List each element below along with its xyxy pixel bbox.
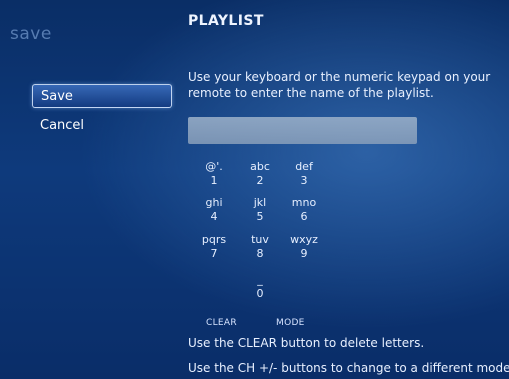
key-letters: pqrs [201, 233, 227, 246]
playlist-name-input[interactable] [188, 117, 417, 144]
key-letters: jkl [253, 196, 267, 209]
hint-mode: Use the CH +/- buttons to change to a di… [188, 361, 509, 375]
key-letters: ghi [205, 196, 223, 209]
page-title: PLAYLIST [188, 13, 264, 29]
key-digit: 4 [210, 210, 218, 223]
key-letters: abc [250, 160, 270, 173]
key-digit: 1 [210, 174, 218, 187]
context-title: save [10, 24, 52, 44]
key-letters: def [295, 160, 313, 173]
keypad-key-8[interactable]: tuv 8 [242, 233, 278, 261]
key-digit: 2 [256, 174, 264, 187]
hint-clear: Use the CLEAR button to delete letters. [188, 336, 425, 350]
key-letters: wxyz [290, 233, 318, 246]
key-letters: _ [257, 273, 263, 286]
keypad-key-9[interactable]: wxyz 9 [286, 233, 322, 261]
mode-button[interactable]: MODE [276, 318, 305, 328]
key-digit: 9 [300, 247, 308, 260]
keypad-key-2[interactable]: abc 2 [242, 160, 278, 188]
key-digit: 5 [256, 210, 264, 223]
key-letters: @'. [205, 160, 223, 173]
key-digit: 3 [300, 174, 308, 187]
key-digit: 8 [256, 247, 264, 260]
keypad-key-3[interactable]: def 3 [286, 160, 322, 188]
instructions-text: Use your keyboard or the numeric keypad … [188, 70, 491, 100]
keypad-key-5[interactable]: jkl 5 [242, 196, 278, 224]
key-letters: tuv [251, 233, 269, 246]
cancel-button[interactable]: Cancel [32, 114, 172, 138]
keypad-key-0[interactable]: _ 0 [242, 273, 278, 301]
key-digit: 7 [210, 247, 218, 260]
keypad-key-4[interactable]: ghi 4 [196, 196, 232, 224]
keypad-key-1[interactable]: @'. 1 [196, 160, 232, 188]
keypad-key-6[interactable]: mno 6 [286, 196, 322, 224]
key-digit: 0 [256, 287, 264, 300]
keypad-key-7[interactable]: pqrs 7 [196, 233, 232, 261]
side-menu: Save Cancel [32, 84, 172, 144]
key-letters: mno [291, 196, 317, 209]
clear-button[interactable]: CLEAR [206, 318, 237, 328]
key-digit: 6 [300, 210, 308, 223]
save-button[interactable]: Save [32, 84, 172, 108]
